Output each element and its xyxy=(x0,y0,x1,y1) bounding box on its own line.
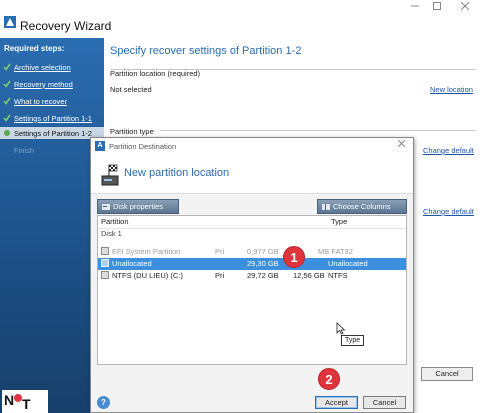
dialog-close-button[interactable] xyxy=(397,139,406,150)
annotation-badge-2: 2 xyxy=(318,368,340,390)
steps-panel: Required steps: Archive selection Recove… xyxy=(0,38,104,413)
disk-flag-icon xyxy=(101,164,119,186)
svg-text:N: N xyxy=(4,392,14,408)
partition-location-label: Partition location (required) xyxy=(110,69,201,78)
disk-label: Disk 1 xyxy=(98,228,406,238)
checkmark-icon xyxy=(3,114,11,122)
disk-properties-button[interactable]: Disk properties xyxy=(97,199,179,214)
svg-text:T: T xyxy=(22,396,31,412)
table-row[interactable]: EFI System Partition Pri 0,977 GB MB FAT… xyxy=(98,246,406,258)
partition-destination-dialog: A Partition Destination New partition lo… xyxy=(90,137,414,413)
dialog-title-bar: A Partition Destination xyxy=(91,138,413,154)
column-header-type[interactable]: Type xyxy=(328,216,406,228)
annotation-badge-1: 1 xyxy=(283,246,305,268)
partition-name: Unallocated xyxy=(112,259,152,268)
app-icon xyxy=(4,16,16,28)
partition-location-value: Not selected xyxy=(110,85,152,94)
partition-flag: Pri xyxy=(215,247,225,256)
step-label: What to recover xyxy=(14,96,67,106)
checkmark-icon xyxy=(3,97,11,105)
step-finish: Finish xyxy=(3,144,34,156)
dialog-help-button[interactable]: ? xyxy=(97,396,110,409)
step-label: Archive selection xyxy=(14,62,71,72)
partition-name: EFI System Partition xyxy=(112,247,181,256)
dialog-heading: New partition location xyxy=(124,167,230,179)
columns-icon xyxy=(322,203,330,210)
divider xyxy=(160,130,476,131)
partition-free: 12,56 GB xyxy=(293,271,325,280)
column-tooltip: Type xyxy=(341,335,365,346)
change-default-link[interactable]: Change default xyxy=(423,146,474,155)
close-button[interactable] xyxy=(452,1,478,16)
disk-icon xyxy=(101,247,109,255)
disk-icon xyxy=(101,271,109,279)
disk-icon xyxy=(101,259,109,267)
partition-capacity: 0,977 GB xyxy=(247,247,279,256)
checkmark-icon xyxy=(3,80,11,88)
partition-capacity: 29,30 GB xyxy=(247,259,279,268)
checkmark-icon xyxy=(3,63,11,71)
properties-icon xyxy=(102,203,110,210)
maximize-button[interactable] xyxy=(424,2,450,16)
minimize-icon xyxy=(411,5,419,7)
step-label: Settings of Partition 1-2 xyxy=(14,128,92,138)
step-recovery-method[interactable]: Recovery method xyxy=(3,78,73,90)
partition-type: NTFS xyxy=(328,271,348,280)
close-icon xyxy=(397,139,406,148)
cancel-button[interactable]: Cancel xyxy=(421,367,473,381)
accept-button[interactable]: Accept xyxy=(315,396,358,409)
step-label: Recovery method xyxy=(14,79,73,89)
partition-type-label: Partition type xyxy=(110,127,154,136)
partition-type: Unallocated xyxy=(328,259,368,268)
table-row[interactable]: NTFS (DU LIEU) (C:) Pri 29,72 GB 12,56 G… xyxy=(98,270,406,282)
step-settings-partition-1-2[interactable]: Settings of Partition 1-2 xyxy=(0,127,104,139)
disk-properties-label: Disk properties xyxy=(113,202,164,211)
step-what-to-recover[interactable]: What to recover xyxy=(3,95,67,107)
step-archive-selection[interactable]: Archive selection xyxy=(3,61,71,73)
step-label: Finish xyxy=(14,145,35,155)
mouse-cursor-icon xyxy=(336,322,346,335)
dialog-cancel-button[interactable]: Cancel xyxy=(363,396,406,409)
choose-columns-label: Choose Columns xyxy=(333,202,391,211)
page-heading: Specify recover settings of Partition 1-… xyxy=(110,45,302,57)
current-step-icon xyxy=(4,130,10,136)
new-location-link[interactable]: New location xyxy=(430,85,473,94)
column-header-partition[interactable]: Partition xyxy=(98,216,318,228)
close-icon xyxy=(460,1,470,11)
dialog-title: Partition Destination xyxy=(109,142,177,151)
acronis-icon: A xyxy=(95,141,105,151)
maximize-icon xyxy=(433,2,441,10)
dialog-header: New partition location xyxy=(91,154,413,194)
partition-type: MB FAT32 xyxy=(318,247,353,256)
step-settings-partition-1-1[interactable]: Settings of Partition 1-1 xyxy=(3,112,92,124)
choose-columns-button[interactable]: Choose Columns xyxy=(317,199,407,214)
title-bar: Recovery Wizard xyxy=(0,0,496,38)
table-row[interactable]: Unallocated 29,30 GB Unallocated xyxy=(98,258,406,270)
window-title: Recovery Wizard xyxy=(20,19,112,33)
partition-name: NTFS (DU LIEU) (C:) xyxy=(112,271,183,280)
partition-flag: Pri xyxy=(215,271,225,280)
steps-heading: Required steps: xyxy=(4,44,65,53)
change-default-link[interactable]: Change default xyxy=(423,207,474,216)
brand-logo: N T xyxy=(2,390,48,413)
partition-capacity: 29,72 GB xyxy=(247,271,279,280)
step-label: Settings of Partition 1-1 xyxy=(14,113,92,123)
